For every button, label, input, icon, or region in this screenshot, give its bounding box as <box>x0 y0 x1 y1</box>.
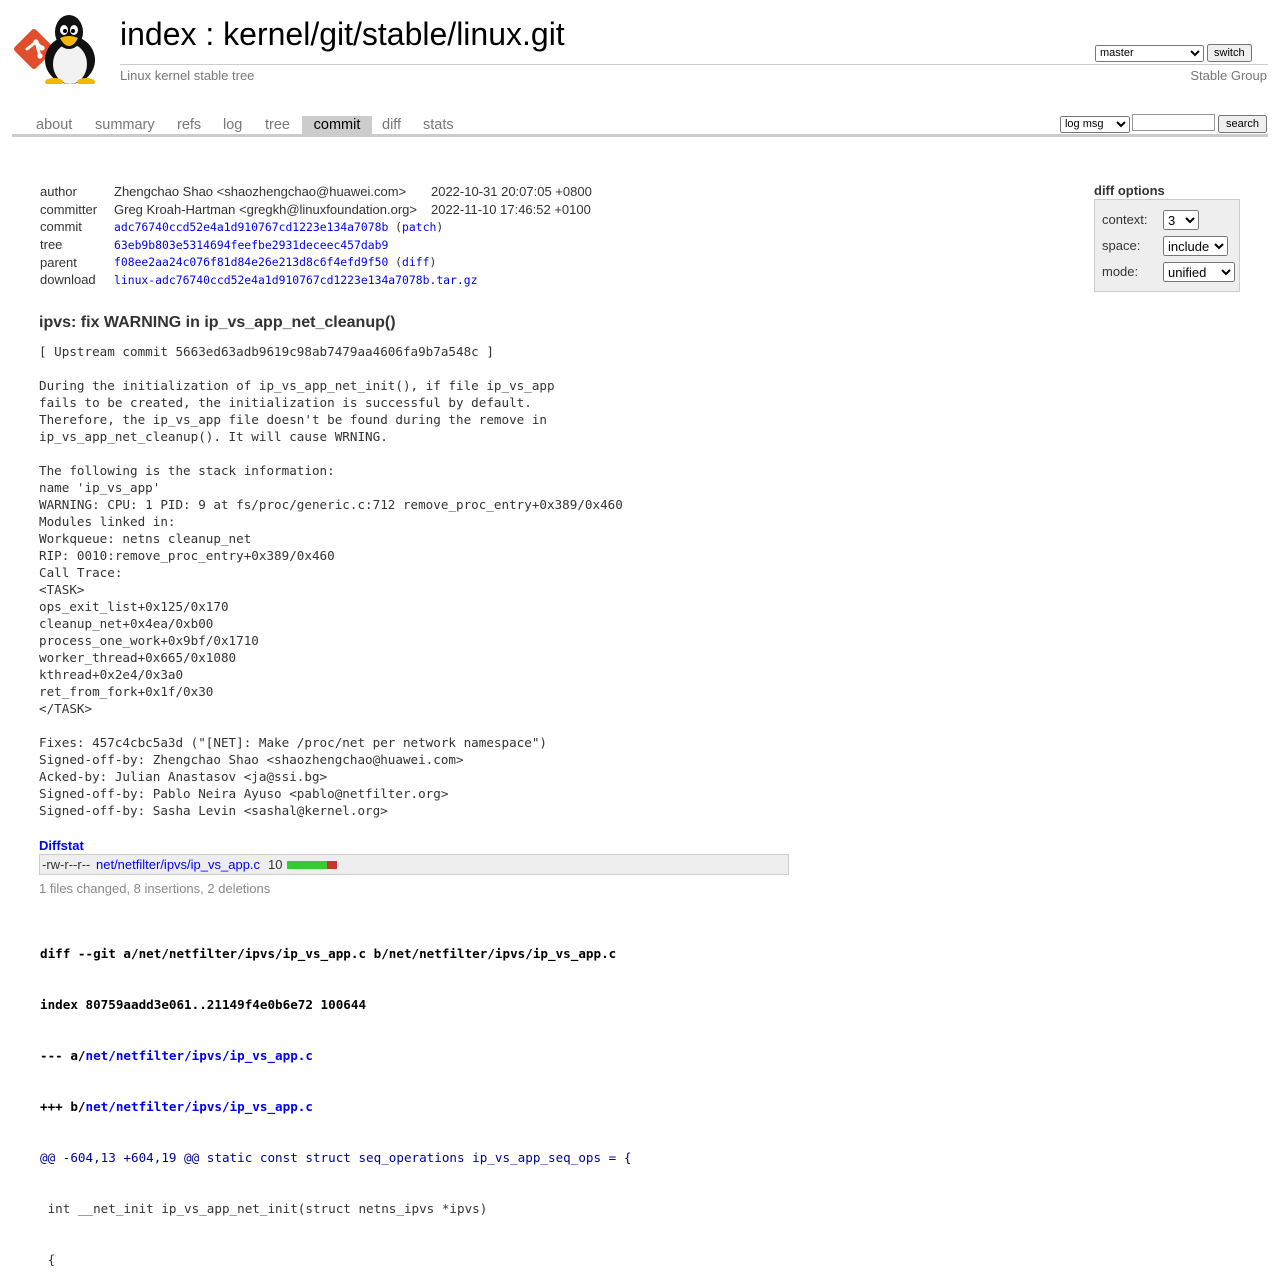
committer-label: committer <box>40 201 98 217</box>
change-graph <box>287 861 337 869</box>
committer-name: Greg Kroah-Hartman <gregkh@linuxfoundati… <box>114 201 417 217</box>
diffstat-file-link[interactable]: net/netfilter/ipvs/ip_vs_app.c <box>96 855 260 874</box>
commit-info-table: author Zhengchao Shao <shaozhengchao@hua… <box>38 183 594 289</box>
download-cell: linux-adc76740ccd52e4a1d910767cd1223e134… <box>112 271 594 289</box>
download-row: download linux-adc76740ccd52e4a1d910767c… <box>38 271 594 289</box>
diff-context-line: { <box>40 1252 56 1267</box>
commit-hash-link[interactable]: adc76740ccd52e4a1d910767cd1223e134a7078b <box>114 220 388 234</box>
diff-view: diff --git a/net/netfilter/ipvs/ip_vs_ap… <box>40 911 631 1285</box>
switch-button[interactable]: switch <box>1207 44 1252 62</box>
author-row: author Zhengchao Shao <shaozhengchao@hua… <box>38 183 594 201</box>
tree-row: tree 63eb9b803e5314694feefbe2931deceec45… <box>38 236 594 254</box>
page-title: index : kernel/git/stable/linux.git <box>120 16 565 53</box>
diff-hunk-header: @@ -604,13 +604,19 @@ static const struc… <box>40 1150 632 1165</box>
insertions-bar <box>287 861 327 869</box>
parent-hash-link[interactable]: f08ee2aa24c076f81d84e26e213d8c6f4efd9f50 <box>114 255 388 269</box>
minus-prefix: --- a/ <box>40 1048 86 1063</box>
download-link[interactable]: linux-adc76740ccd52e4a1d910767cd1223e134… <box>114 273 477 287</box>
tux-git-logo-icon <box>14 15 95 86</box>
diffstat-table: -rw-r--r-- net/netfilter/ipvs/ip_vs_app.… <box>39 854 789 875</box>
mode-label: mode: <box>1102 264 1139 279</box>
space-select[interactable]: include <box>1163 236 1228 256</box>
search-type-select[interactable]: log msg <box>1059 115 1130 133</box>
diffstat-summary: 1 files changed, 8 insertions, 2 deletio… <box>39 881 271 896</box>
search-input[interactable] <box>1131 114 1215 131</box>
title-separator: : <box>196 16 224 52</box>
repo-owner: Stable Group <box>1190 68 1267 83</box>
plus-prefix: +++ b/ <box>40 1099 86 1114</box>
space-option-row: space: include <box>1102 236 1228 256</box>
mode-select[interactable]: unified <box>1163 262 1235 282</box>
author-name: Zhengchao Shao <shaozhengchao@huawei.com… <box>114 184 407 200</box>
plus-file-link[interactable]: net/netfilter/ipvs/ip_vs_app.c <box>86 1099 313 1114</box>
diffstat-header-link[interactable]: Diffstat <box>39 838 84 853</box>
commit-subject: ipvs: fix WARNING in ip_vs_app_net_clean… <box>39 314 396 331</box>
tab-commit[interactable]: commit <box>302 116 372 134</box>
diff-plus-line: +++ b/net/netfilter/ipvs/ip_vs_app.c <box>40 1098 631 1115</box>
patch-link[interactable]: patch <box>402 220 436 234</box>
tab-refs[interactable]: refs <box>177 116 201 134</box>
tab-log[interactable]: log <box>223 116 242 134</box>
deletions-bar <box>327 861 337 869</box>
tree-hash-cell: 63eb9b803e5314694feefbe2931deceec457dab9 <box>112 236 594 254</box>
commit-hash-cell: adc76740ccd52e4a1d910767cd1223e134a7078b… <box>114 219 444 234</box>
diff-context-line: int __net_init ip_vs_app_net_init(struct… <box>40 1201 488 1216</box>
tab-stats[interactable]: stats <box>423 116 454 134</box>
parent-label: parent <box>40 254 77 270</box>
download-label: download <box>40 272 96 288</box>
author-date: 2022-10-31 20:07:05 +0800 <box>430 184 592 200</box>
commit-message: [ Upstream commit 5663ed63adb9619c98ab74… <box>39 344 623 818</box>
context-option-row: context: 3 <box>1102 210 1199 230</box>
context-label: context: <box>1102 212 1148 227</box>
context-select[interactable]: 3 <box>1163 210 1199 230</box>
repo-description: Linux kernel stable tree <box>120 68 255 83</box>
search-form: log msg search <box>1059 114 1267 133</box>
search-button[interactable]: search <box>1217 115 1267 133</box>
branch-select[interactable]: master <box>1095 44 1204 62</box>
tree-hash-link[interactable]: 63eb9b803e5314694feefbe2931deceec457dab9 <box>114 238 388 252</box>
tree-label: tree <box>40 237 63 253</box>
diff-index-line: index 80759aadd3e061..21149f4e0b6e72 100… <box>40 997 367 1012</box>
repo-path-link[interactable]: kernel/git/stable/linux.git <box>223 16 565 52</box>
parent-row: parent f08ee2aa24c076f81d84e26e213d8c6f4… <box>38 253 594 271</box>
space-label: space: <box>1102 238 1141 253</box>
header-divider <box>120 64 1268 65</box>
committer-row: committer Greg Kroah-Hartman <gregkh@lin… <box>38 201 594 219</box>
diff-options-panel: diff options context: 3 space: include m… <box>1094 183 1240 292</box>
parent-diff-link[interactable]: diff <box>402 255 429 269</box>
tab-tree[interactable]: tree <box>265 116 290 134</box>
diff-options-box: context: 3 space: include mode: unified <box>1094 199 1240 292</box>
tab-summary[interactable]: summary <box>95 116 155 134</box>
diff-minus-line: --- a/net/netfilter/ipvs/ip_vs_app.c <box>40 1047 631 1064</box>
change-count: 10 <box>268 857 283 872</box>
parent-hash-cell: f08ee2aa24c076f81d84e26e213d8c6f4efd9f50… <box>114 255 437 270</box>
committer-date: 2022-11-10 17:46:52 +0100 <box>430 201 591 217</box>
branch-switch-form: masterswitch <box>1095 44 1252 62</box>
diff-git-line: diff --git a/net/netfilter/ipvs/ip_vs_ap… <box>40 946 617 961</box>
file-mode: -rw-r--r-- <box>42 857 91 872</box>
index-link[interactable]: index <box>120 16 197 52</box>
cgit-logo[interactable] <box>14 12 110 86</box>
tab-about[interactable]: about <box>36 116 72 134</box>
mode-option-row: mode: unified <box>1102 262 1235 282</box>
commit-row: commit adc76740ccd52e4a1d910767cd1223e13… <box>38 218 594 236</box>
commit-label: commit <box>40 219 82 235</box>
diff-options-title: diff options <box>1094 183 1165 198</box>
minus-file-link[interactable]: net/netfilter/ipvs/ip_vs_app.c <box>86 1048 313 1063</box>
author-label: author <box>40 184 77 200</box>
tab-diff[interactable]: diff <box>382 116 401 134</box>
